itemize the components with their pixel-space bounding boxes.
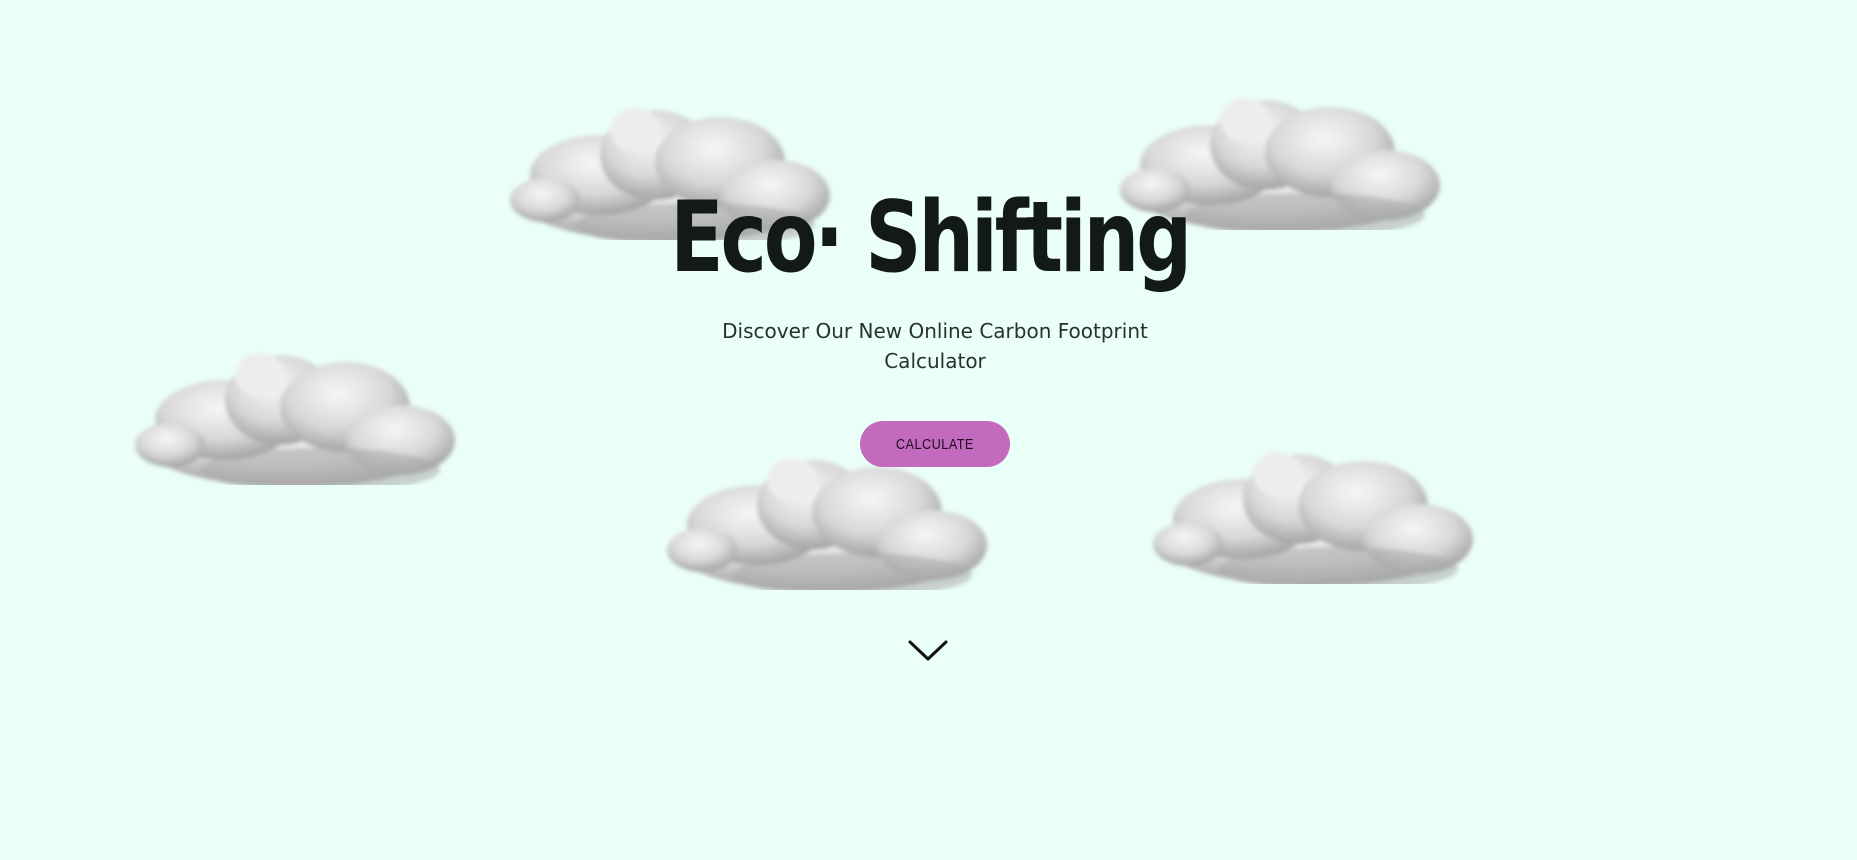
calculate-button[interactable]: CALCULATE <box>860 421 1010 467</box>
cloud-icon <box>1148 434 1488 584</box>
cloud-icon <box>130 335 470 485</box>
hero-subtitle: Discover Our New Online Carbon Footprint… <box>722 319 1148 373</box>
hero-section: Eco· Shifting Discover Our New Online Ca… <box>0 0 1857 860</box>
chevron-down-icon[interactable] <box>906 636 950 666</box>
calculate-button-label: CALCULATE <box>896 435 974 453</box>
page-title: Eco· Shifting <box>670 181 1192 295</box>
